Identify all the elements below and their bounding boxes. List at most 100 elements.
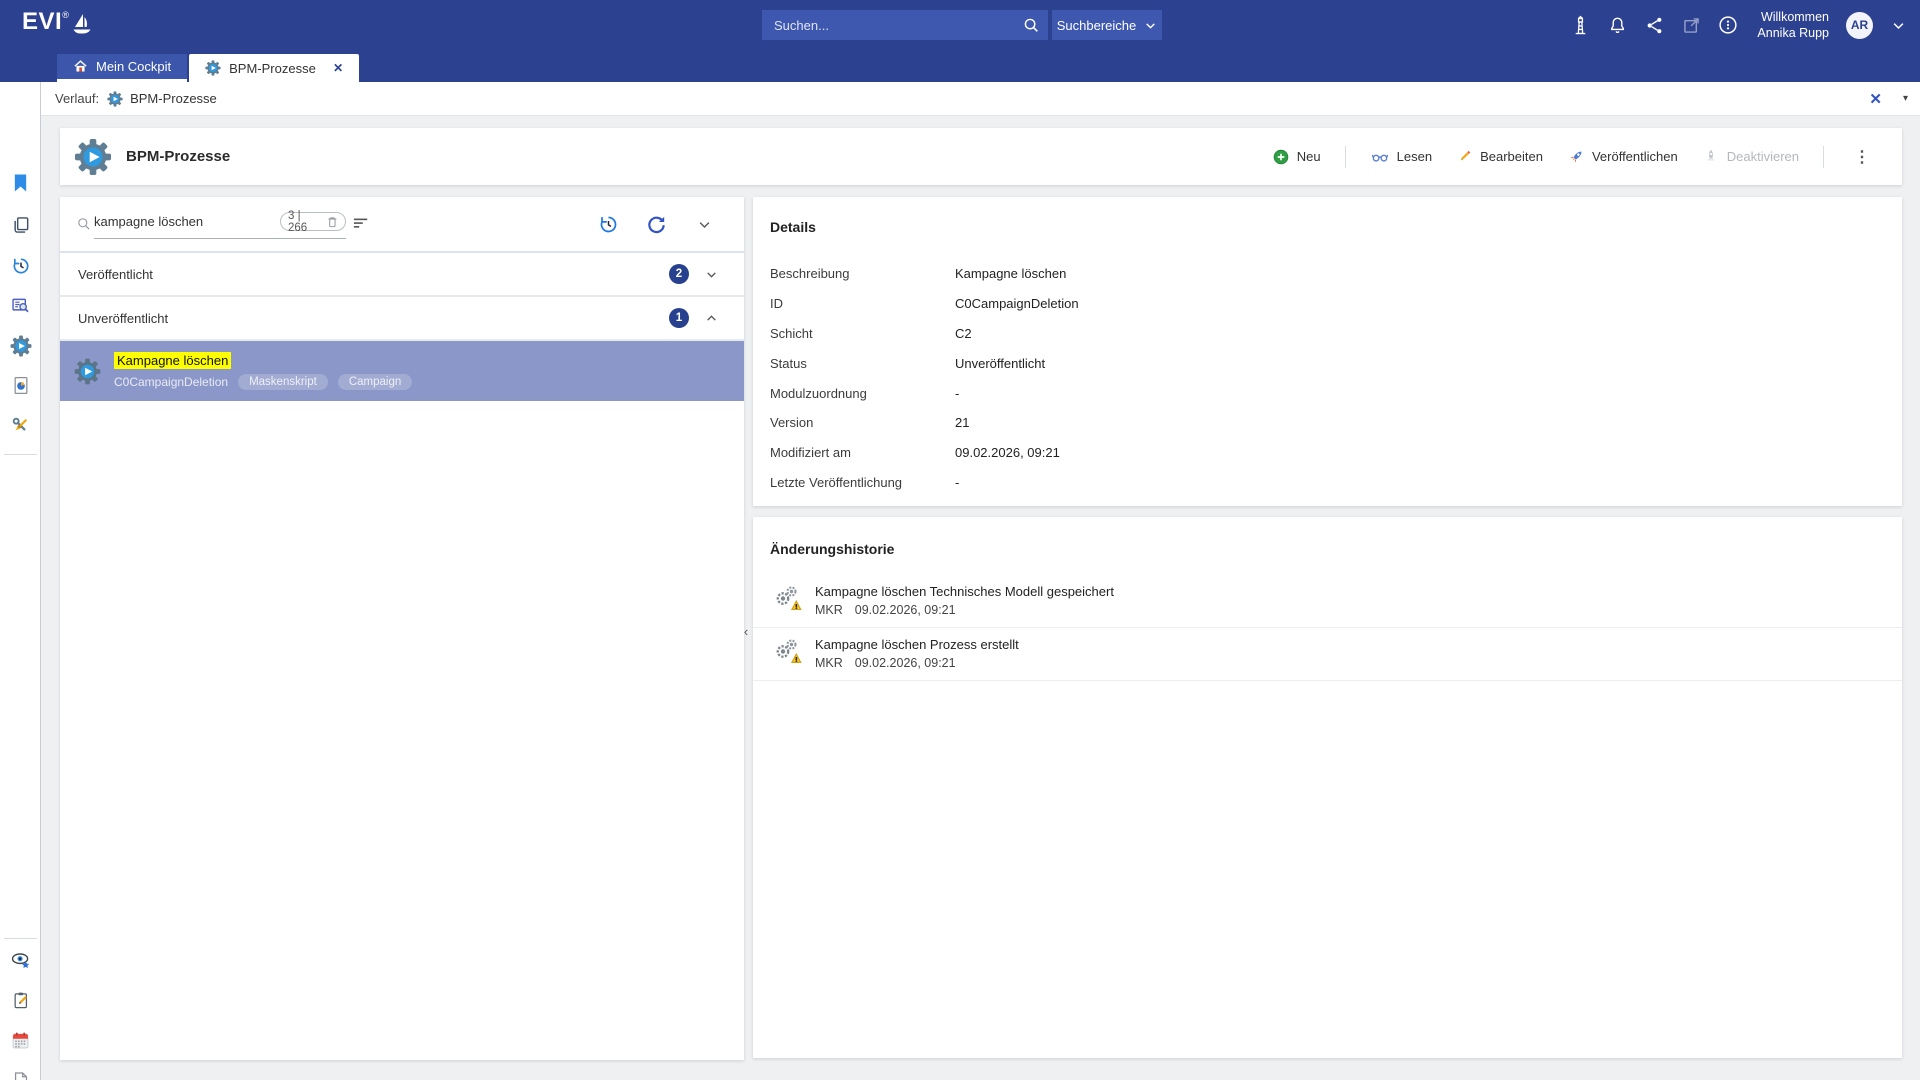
history-entry-user: MKR — [815, 656, 843, 670]
global-search-input[interactable] — [774, 18, 1022, 33]
verlauf-close-icon[interactable]: ✕ — [1869, 90, 1882, 108]
share-icon[interactable] — [1642, 13, 1666, 37]
user-menu-chevron-icon[interactable] — [1886, 13, 1910, 37]
pages-icon[interactable] — [8, 212, 33, 237]
group-label: Unveröffentlicht — [78, 311, 168, 326]
bearbeiten-label: Bearbeiten — [1480, 149, 1543, 164]
welcome-line1: Willkommen — [1757, 9, 1829, 25]
toolbar-divider — [1823, 146, 1824, 168]
search-scope-dropdown[interactable]: Suchbereiche — [1052, 10, 1162, 40]
tab-label: Mein Cockpit — [96, 59, 171, 74]
report-pie-icon[interactable] — [8, 373, 33, 398]
chevron-down-icon[interactable] — [692, 212, 716, 236]
group-label: Veröffentlicht — [78, 267, 153, 282]
rocket-disabled-icon — [1702, 148, 1720, 166]
plus-circle-icon — [1272, 148, 1290, 166]
details-row: BeschreibungKampagne löschen — [770, 259, 1902, 289]
tab-close-icon[interactable]: ✕ — [333, 61, 343, 75]
clear-trash-icon[interactable] — [327, 216, 338, 228]
group-unveroeffentlicht[interactable]: Unveröffentlicht 1 — [60, 297, 744, 341]
details-rows: BeschreibungKampagne löschen IDC0Campaig… — [770, 259, 1902, 497]
change-history-card: Änderungshistorie Kampagne löschen Techn… — [753, 517, 1902, 1058]
detail-value: C2 — [955, 326, 1902, 341]
item-tag: Campaign — [338, 374, 412, 390]
tab-mein-cockpit[interactable]: Mein Cockpit — [57, 54, 187, 82]
report-search-icon[interactable] — [8, 293, 33, 318]
more-info-icon[interactable] — [1716, 13, 1740, 37]
external-link-icon[interactable] — [1679, 13, 1703, 37]
notifications-bell-icon[interactable] — [1605, 13, 1629, 37]
verlauf-caret-icon[interactable]: ▾ — [1903, 93, 1908, 104]
calendar-icon[interactable] — [8, 1028, 33, 1053]
tab-bpm-prozesse[interactable]: BPM-Prozesse ✕ — [189, 54, 359, 82]
item-id: C0CampaignDeletion — [114, 375, 228, 389]
bookmark-icon[interactable] — [8, 170, 33, 195]
lesen-button[interactable]: Lesen — [1370, 148, 1432, 166]
history-entry-title: Kampagne löschen Prozess erstellt — [815, 637, 1019, 652]
detail-value: C0CampaignDeletion — [955, 296, 1902, 311]
sort-icon[interactable] — [352, 215, 370, 231]
clipboard-edit-icon[interactable] — [8, 988, 33, 1013]
page-header-card: BPM-Prozesse Neu Lesen Bearbeiten Veröff… — [60, 128, 1902, 185]
bpm-gear-play-icon[interactable] — [8, 333, 33, 358]
search-icon[interactable] — [1022, 16, 1040, 34]
rail-divider — [4, 454, 37, 455]
process-list-panel: 3 | 266 Veröffentlicht 2 Unveröffentli — [60, 197, 744, 1060]
veroeffentlichen-button[interactable]: Veröffentlichen — [1567, 148, 1678, 166]
rail-divider — [4, 938, 37, 939]
global-search-box — [762, 10, 1048, 40]
gears-warning-icon — [775, 637, 802, 664]
pencil-icon — [1456, 148, 1473, 165]
welcome-text: Willkommen Annika Rupp — [1757, 9, 1829, 42]
group-count-badge: 2 — [669, 264, 689, 284]
bpm-gear-play-icon — [205, 60, 221, 76]
search-scope-label: Suchbereiche — [1057, 18, 1137, 33]
gears-warning-icon — [775, 584, 802, 611]
detail-label: ID — [770, 296, 955, 311]
deaktivieren-button[interactable]: Deaktivieren — [1702, 148, 1799, 166]
bearbeiten-button[interactable]: Bearbeiten — [1456, 148, 1543, 165]
history-entry: Kampagne löschen Prozess erstellt MKR 09.… — [753, 628, 1902, 681]
verlauf-item-bpm-prozesse[interactable]: BPM-Prozesse — [107, 91, 217, 107]
document-gear-icon[interactable] — [8, 1068, 33, 1080]
neu-button[interactable]: Neu — [1272, 148, 1321, 166]
detail-label: Status — [770, 356, 955, 371]
chevron-down-icon — [705, 268, 718, 281]
detail-label: Letzte Veröffentlichung — [770, 475, 955, 490]
glasses-icon — [1370, 148, 1390, 166]
history-clock-icon[interactable] — [8, 253, 33, 278]
detail-value: Unveröffentlicht — [955, 356, 1902, 371]
change-history-list: Kampagne löschen Technisches Modell gesp… — [753, 575, 1902, 681]
tools-icon[interactable] — [8, 413, 33, 438]
lighthouse-icon[interactable] — [1568, 13, 1592, 37]
rocket-icon — [1567, 148, 1585, 166]
result-count-text: 3 | 266 — [288, 210, 322, 234]
history-entry-timestamp: 09.02.2026, 09:21 — [855, 656, 956, 670]
search-icon — [76, 216, 92, 232]
group-veroeffentlicht[interactable]: Veröffentlicht 2 — [60, 253, 744, 297]
item-tag: Maskenskript — [238, 374, 328, 390]
history-entry-timestamp: 09.02.2026, 09:21 — [855, 603, 956, 617]
neu-label: Neu — [1297, 149, 1321, 164]
logo-text: EVI — [22, 8, 62, 36]
watch-eye-star-icon[interactable] — [8, 948, 33, 973]
avatar[interactable]: AR — [1846, 12, 1873, 39]
item-title-highlighted: Kampagne löschen — [114, 352, 231, 369]
history-entry-meta: MKR 09.02.2026, 09:21 — [815, 656, 1019, 670]
panel-collapse-handle[interactable]: ‹ — [740, 618, 752, 644]
detail-value: - — [955, 475, 1902, 490]
refresh-icon[interactable] — [644, 212, 668, 236]
verlauf-label: Verlauf: — [55, 91, 99, 106]
topbar-icon-group: Willkommen Annika Rupp AR — [1568, 0, 1910, 50]
logo-registered-mark: ® — [62, 10, 69, 20]
sailboat-icon — [71, 12, 93, 36]
veroeffentlichen-label: Veröffentlichen — [1592, 149, 1678, 164]
detail-label: Beschreibung — [770, 266, 955, 281]
more-actions-kebab-icon[interactable]: ⋮ — [1848, 147, 1876, 167]
search-history-icon[interactable] — [596, 212, 620, 236]
details-row: StatusUnveröffentlicht — [770, 348, 1902, 378]
detail-value: - — [955, 386, 1902, 401]
list-item-kampagne-loeschen[interactable]: Kampagne löschen C0CampaignDeletion Mask… — [60, 341, 744, 401]
details-row: Modifiziert am09.02.2026, 09:21 — [770, 438, 1902, 468]
list-search-input[interactable] — [94, 214, 274, 229]
